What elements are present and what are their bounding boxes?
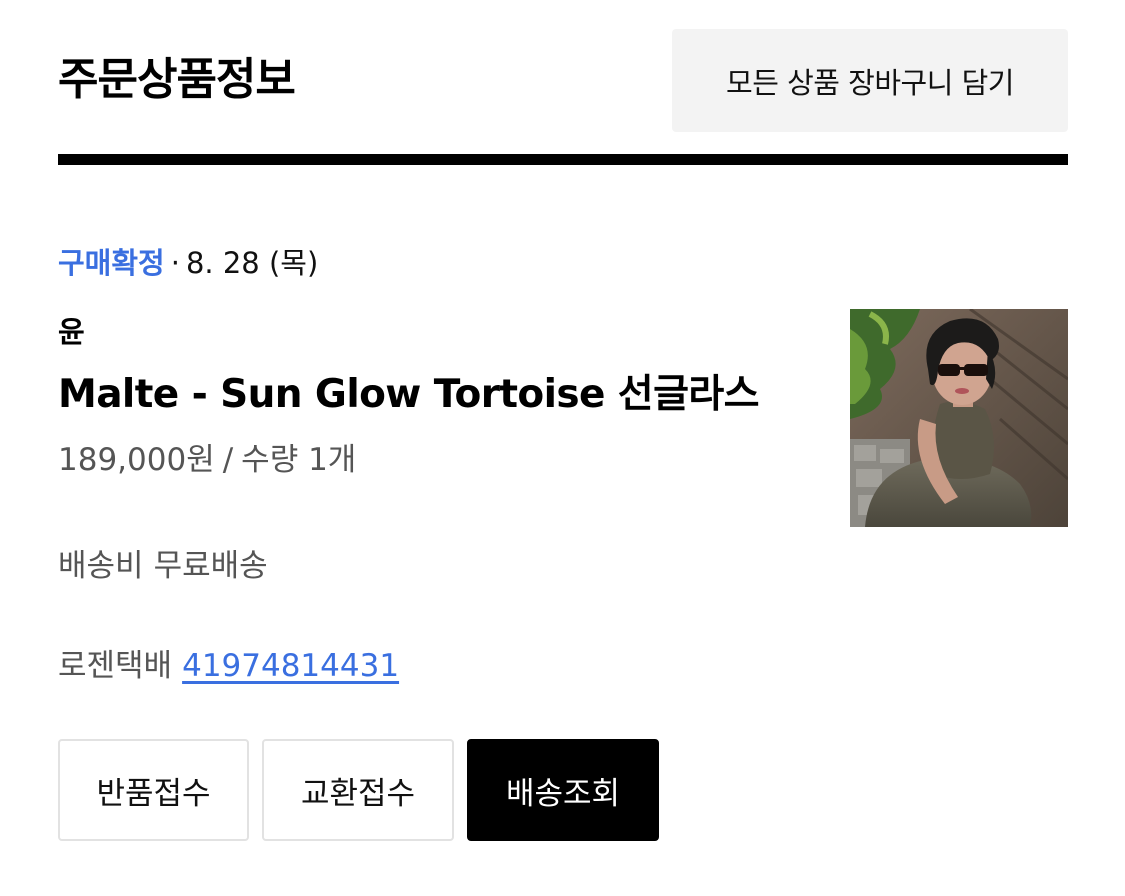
price-quantity: 189,000원 / 수량 1개 xyxy=(58,438,356,482)
page-title: 주문상품정보 xyxy=(58,54,296,105)
shipping-fee: 배송비 무료배송 xyxy=(58,544,268,588)
brand-name[interactable]: 윤 xyxy=(58,312,85,352)
product-photo-icon xyxy=(850,309,1068,527)
tracking-info: 로젠택배 41974814431 xyxy=(58,644,399,688)
return-request-button[interactable]: 반품접수 xyxy=(58,739,249,841)
title-divider xyxy=(58,154,1068,165)
product-price: 189,000원 xyxy=(58,442,215,478)
order-items-section: 주문상품정보 모든 상품 장바구니 담기 구매확정 · 8. 28 (목) 윤 Ma… xyxy=(0,0,1125,896)
price-quantity-separator: / xyxy=(222,442,234,478)
status-separator: · xyxy=(170,246,180,280)
order-status-line: 구매확정 · 8. 28 (목) xyxy=(58,243,318,283)
tracking-number-link[interactable]: 41974814431 xyxy=(182,648,399,684)
product-thumbnail[interactable] xyxy=(850,309,1068,527)
exchange-request-button[interactable]: 교환접수 xyxy=(262,739,454,841)
add-all-to-cart-button[interactable]: 모든 상품 장바구니 담기 xyxy=(672,29,1068,132)
status-date: 8. 28 (목) xyxy=(185,246,319,280)
product-quantity: 수량 1개 xyxy=(241,442,357,478)
courier-name: 로젠택배 xyxy=(58,648,173,684)
track-shipment-button[interactable]: 배송조회 xyxy=(467,739,659,841)
product-name[interactable]: Malte - Sun Glow Tortoise 선글라스 xyxy=(58,368,760,422)
status-badge: 구매확정 xyxy=(58,246,165,280)
shipping-fee-label: 배송비 xyxy=(58,548,144,584)
shipping-fee-value: 무료배송 xyxy=(153,548,268,584)
